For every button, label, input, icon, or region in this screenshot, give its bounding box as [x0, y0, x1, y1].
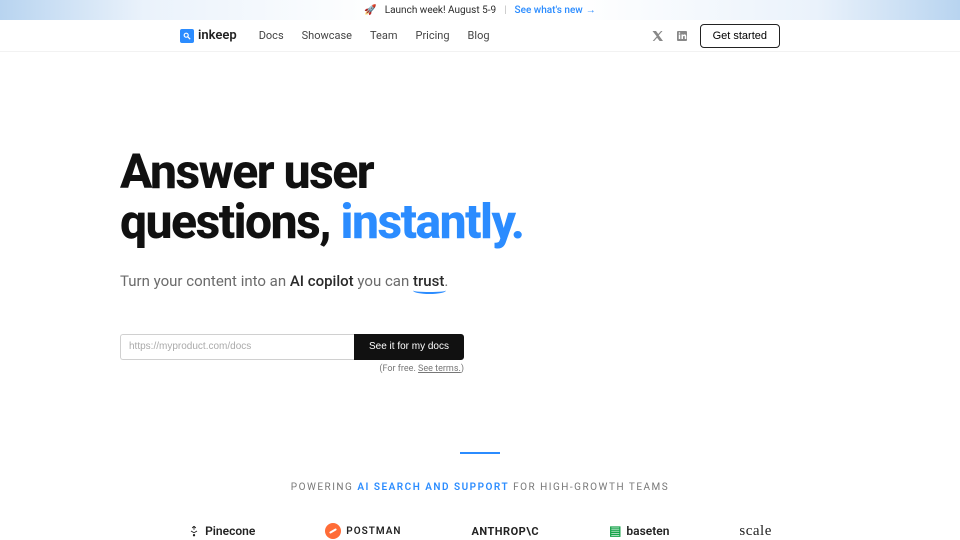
- pinecone-icon: [188, 525, 200, 537]
- logo-baseten: ▤ baseten: [609, 524, 669, 539]
- nav-link-showcase[interactable]: Showcase: [302, 29, 352, 42]
- postman-icon: [325, 523, 341, 539]
- section-divider: [460, 452, 500, 454]
- hero-subtitle: Turn your content into an AI copilot you…: [120, 272, 620, 290]
- terms-link[interactable]: See terms.: [418, 364, 461, 374]
- trust-underline: trust: [413, 272, 444, 290]
- logo-pinecone: Pinecone: [188, 524, 255, 538]
- get-started-button[interactable]: Get started: [700, 24, 780, 48]
- banner-separator: |: [504, 5, 506, 16]
- rocket-icon: 🚀: [364, 5, 376, 16]
- linkedin-icon[interactable]: [676, 30, 688, 42]
- x-twitter-icon[interactable]: [652, 30, 664, 42]
- hero-title-accent: instantly.: [341, 193, 524, 250]
- customer-logos: Pinecone POSTMAN ANTHROP\C ▤ baseten sca…: [0, 523, 960, 540]
- baseten-icon: ▤: [609, 524, 621, 539]
- banner-link-text: See what's new: [515, 5, 583, 16]
- main-nav: inkeep Docs Showcase Team Pricing Blog G…: [0, 20, 960, 52]
- arrow-right-icon: →: [586, 5, 596, 16]
- logo-postman: POSTMAN: [325, 523, 401, 539]
- cta-disclaimer: (For free. See terms.): [120, 364, 464, 374]
- banner-link[interactable]: See what's new →: [515, 5, 596, 16]
- hero-title-line2: questions,: [120, 193, 341, 250]
- hero: Answer user questions, instantly. Turn y…: [0, 52, 620, 290]
- logo-scale: scale: [739, 523, 771, 540]
- hero-title-line1: Answer user: [120, 143, 373, 200]
- nav-link-blog[interactable]: Blog: [468, 29, 490, 42]
- docs-url-input[interactable]: [120, 334, 354, 360]
- nav-link-pricing[interactable]: Pricing: [416, 29, 450, 42]
- logo-icon: [180, 29, 194, 43]
- banner-text: Launch week! August 5-9: [385, 5, 496, 16]
- powering-heading: POWERING AI SEARCH AND SUPPORT FOR HIGH-…: [0, 482, 960, 493]
- see-it-button[interactable]: See it for my docs: [354, 334, 464, 360]
- brand-name: inkeep: [198, 28, 237, 43]
- logo-anthropic: ANTHROP\C: [471, 525, 539, 538]
- nav-link-team[interactable]: Team: [370, 29, 398, 42]
- cta-form: See it for my docs: [120, 334, 464, 360]
- nav-right: Get started: [652, 24, 780, 48]
- launch-banner: 🚀 Launch week! August 5-9 | See what's n…: [0, 0, 960, 20]
- nav-link-docs[interactable]: Docs: [259, 29, 284, 42]
- nav-links: Docs Showcase Team Pricing Blog: [259, 29, 490, 42]
- brand-logo[interactable]: inkeep: [180, 28, 237, 43]
- hero-title: Answer user questions, instantly.: [120, 147, 620, 248]
